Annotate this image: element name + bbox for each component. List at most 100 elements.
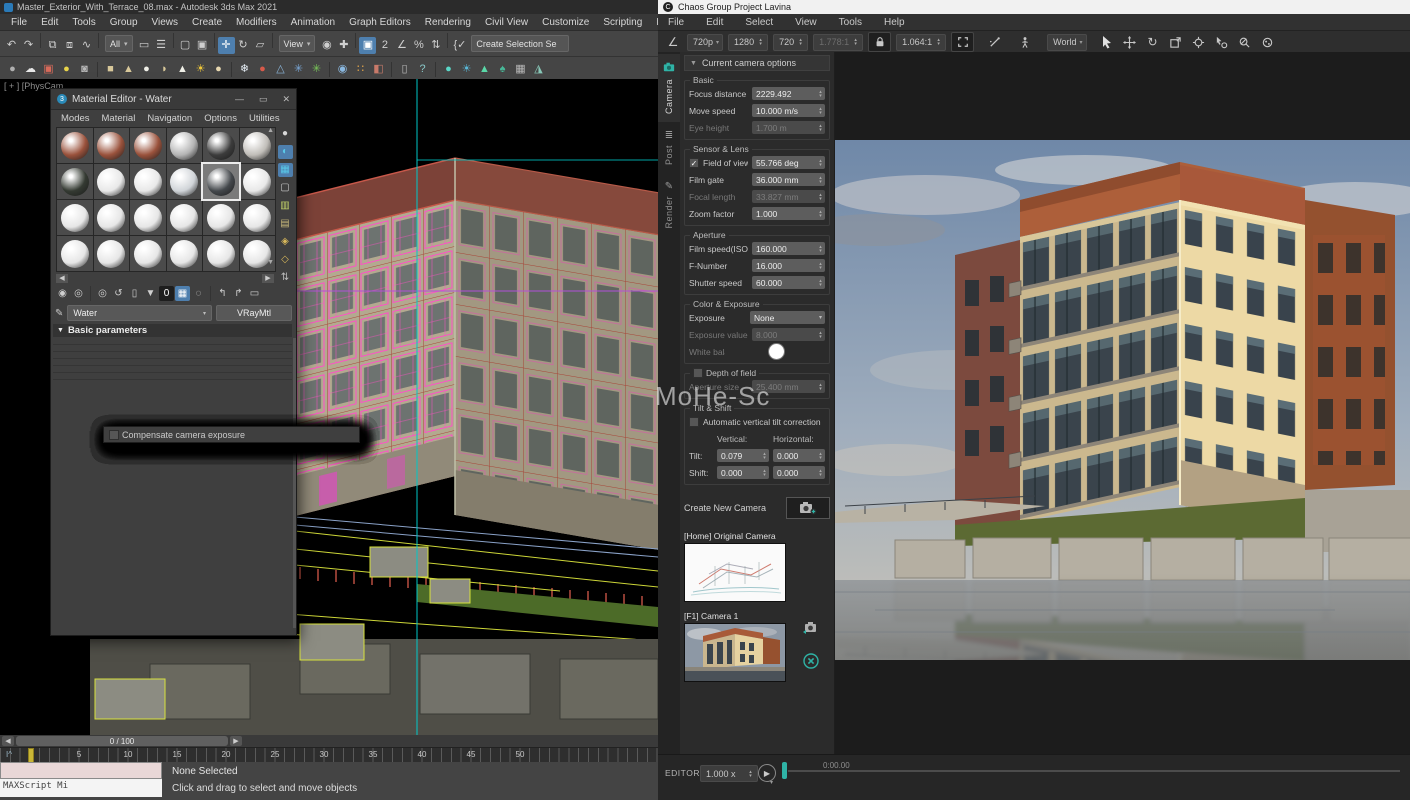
focus-distance-spinner[interactable]: 2229.492▴▾ xyxy=(752,87,825,100)
spinner-arrows[interactable]: ▴▾ xyxy=(817,262,824,270)
tree2-icon[interactable]: ◮ xyxy=(530,61,547,78)
spinner-arrows[interactable]: ▴▾ xyxy=(761,469,768,477)
depth-of-field-checkbox[interactable] xyxy=(693,368,703,378)
material-type-button[interactable]: VRayMtl xyxy=(216,305,292,321)
spinner-arrows[interactable]: ▴▾ xyxy=(817,245,824,253)
menu-item[interactable]: Modifiers xyxy=(229,17,284,28)
menu-item[interactable]: Navigation xyxy=(141,113,198,124)
interactive-denoise-icon[interactable] xyxy=(985,33,1003,51)
timeline-track[interactable] xyxy=(788,770,1400,772)
menu-item-edit[interactable]: Edit xyxy=(706,17,723,28)
go-to-parent-icon[interactable]: ↰ xyxy=(215,286,230,301)
material-slot[interactable] xyxy=(57,200,93,235)
go-forward-icon[interactable]: ↱ xyxy=(231,286,246,301)
timeline-ruler[interactable]: I^ 5101520253035404550 xyxy=(0,747,658,763)
sample-uv-icon[interactable]: ▭ xyxy=(247,286,262,301)
material-slot[interactable] xyxy=(57,128,93,163)
forest-icon[interactable]: ♠ xyxy=(494,61,511,78)
create-camera-button[interactable] xyxy=(786,497,830,519)
snowflake-icon[interactable]: ❄ xyxy=(236,61,253,78)
spinner-arrows[interactable]: ▴▾ xyxy=(817,124,824,132)
bind-spacewarp-icon[interactable]: ∿ xyxy=(78,37,95,54)
lock-aspect-button[interactable] xyxy=(868,32,891,52)
manipulate-icon[interactable]: ✚ xyxy=(335,37,352,54)
minimize-icon[interactable]: — xyxy=(235,94,244,104)
select-move-icon[interactable]: ✛ xyxy=(218,37,235,54)
frame-back-button[interactable]: ◀ xyxy=(2,736,14,746)
select-object-icon[interactable]: ▭ xyxy=(136,37,153,54)
select-cursor-icon[interactable] xyxy=(1098,33,1116,51)
select-rotate-icon[interactable]: ↻ xyxy=(235,37,252,54)
bulb-teal-icon[interactable]: ● xyxy=(440,61,457,78)
make-unique-icon[interactable]: ▯ xyxy=(127,286,142,301)
camera-thumbnail-sketch[interactable] xyxy=(684,543,786,602)
material-slot[interactable] xyxy=(94,164,130,199)
link-sphere-icon[interactable]: ● xyxy=(254,61,271,78)
material-slot[interactable] xyxy=(130,164,166,199)
eye-height-spinner[interactable]: 1.700 m▴▾ xyxy=(752,121,825,134)
menu-item[interactable]: Modes xyxy=(55,113,96,124)
spinner-arrows[interactable]: ▴▾ xyxy=(817,279,824,287)
menu-item[interactable]: File xyxy=(4,17,34,28)
material-slot[interactable] xyxy=(167,164,203,199)
menu-item[interactable]: Options xyxy=(198,113,243,124)
coordinate-space-dropdown[interactable]: World ▾ xyxy=(1047,34,1086,51)
menu-item-file[interactable]: File xyxy=(668,17,684,28)
material-slot[interactable] xyxy=(94,200,130,235)
aspect-ratio-spinner[interactable]: 1.778:1 ▴▾ xyxy=(813,34,863,51)
create-selection-set-field[interactable]: Create Selection Se xyxy=(471,35,569,52)
named-selection-icon[interactable]: {✓ xyxy=(451,37,468,54)
tab-camera[interactable]: Camera xyxy=(658,54,680,122)
menu-item[interactable]: Views xyxy=(145,17,186,28)
cloud-icon[interactable]: ☁ xyxy=(22,61,39,78)
undo-icon[interactable]: ↶ xyxy=(3,37,20,54)
panel-header[interactable]: ▼ Current camera options xyxy=(684,55,830,71)
sphere-icon[interactable]: ● xyxy=(138,61,155,78)
video-color-check-icon[interactable]: ▥ xyxy=(278,199,293,213)
select-by-material-icon[interactable]: ◈ xyxy=(278,235,293,249)
box-icon[interactable]: ■ xyxy=(102,61,119,78)
select-link-icon[interactable]: ⧉ xyxy=(44,37,61,54)
menu-item[interactable]: Group xyxy=(103,17,145,28)
spinner-arrows[interactable]: ▴▾ xyxy=(757,38,764,46)
zoom-factor-spinner[interactable]: 1.000▴▾ xyxy=(752,207,825,220)
material-id-icon[interactable]: 0 xyxy=(159,286,174,301)
exposure-dropdown[interactable]: None▾ xyxy=(750,311,825,324)
scroll-down-icon[interactable]: ▼ xyxy=(267,259,274,266)
render-preview-icon[interactable]: ▣ xyxy=(40,61,57,78)
parameters-scrollbar[interactable] xyxy=(293,338,296,628)
play-button[interactable]: ▶ xyxy=(758,764,776,782)
spinner-arrows[interactable]: ▴▾ xyxy=(817,452,824,460)
assign-material-icon[interactable]: ◎ xyxy=(95,286,110,301)
snap-3d-icon[interactable]: ▣ xyxy=(359,37,376,54)
menu-item-select[interactable]: Select xyxy=(745,17,773,28)
material-slot[interactable] xyxy=(130,128,166,163)
knot-icon[interactable]: ✳ xyxy=(290,61,307,78)
color-dots-icon[interactable]: ∷ xyxy=(352,61,369,78)
reference-coordinate-dropdown[interactable]: View ▾ xyxy=(279,35,316,52)
delete-camera-button[interactable] xyxy=(803,653,819,674)
help-icon[interactable]: ? xyxy=(414,61,431,78)
spinner-arrows[interactable]: ▴▾ xyxy=(817,331,824,339)
time-slider[interactable]: 0 / 100 xyxy=(16,736,228,746)
battery-icon[interactable]: ▯ xyxy=(396,61,413,78)
material-slot[interactable] xyxy=(240,164,276,199)
menu-item[interactable]: Utilities xyxy=(243,113,286,124)
pixel-aspect-spinner[interactable]: 1.064:1 ▴▾ xyxy=(896,34,946,51)
timeline-position-marker[interactable] xyxy=(28,748,34,763)
sample-tiling-icon[interactable]: ▢ xyxy=(278,181,293,195)
menu-item[interactable]: Customize xyxy=(535,17,596,28)
camera-thumbnail-render[interactable] xyxy=(684,623,786,682)
resolution-height-spinner[interactable]: 720 ▴▾ xyxy=(773,34,808,51)
menu-item[interactable]: Animation xyxy=(284,17,342,28)
material-slot[interactable] xyxy=(57,164,93,199)
get-material-icon[interactable]: ◉ xyxy=(55,286,70,301)
spinner-arrows[interactable]: ▴▾ xyxy=(817,90,824,98)
material-slot[interactable] xyxy=(203,236,239,271)
material-slot[interactable] xyxy=(167,128,203,163)
snap-toggle-icon[interactable]: 2 xyxy=(376,37,393,54)
background-icon[interactable]: ▦ xyxy=(278,163,293,177)
rotate-tool-icon[interactable]: ↻ xyxy=(1144,33,1162,51)
spinner-arrows[interactable]: ▴▾ xyxy=(797,38,804,46)
spinner-arrows[interactable]: ▴▾ xyxy=(817,107,824,115)
